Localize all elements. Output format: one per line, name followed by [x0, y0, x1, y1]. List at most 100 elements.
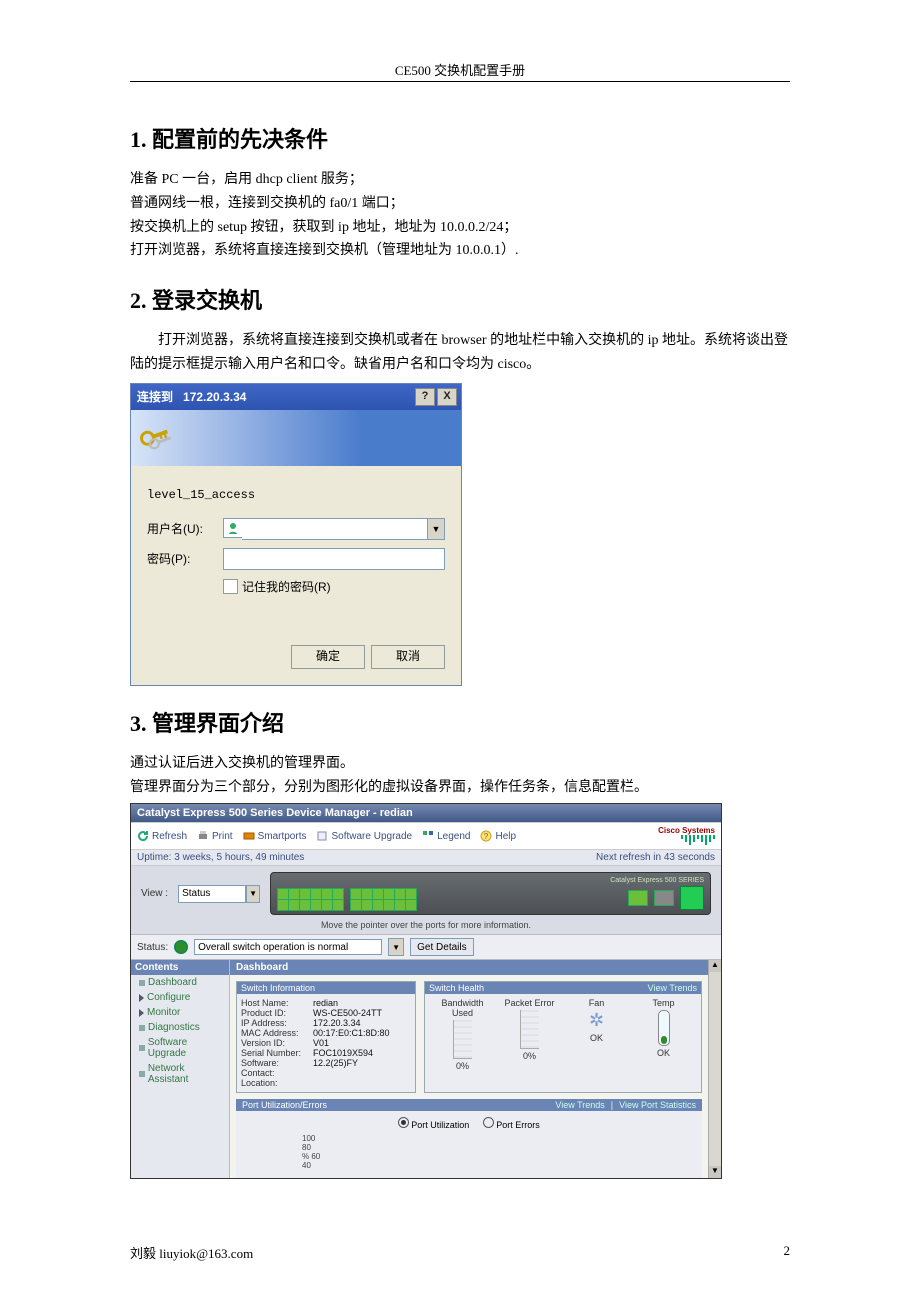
legend-label: Legend [437, 831, 470, 842]
switch-graphic[interactable]: Catalyst Express 500 SERIES [270, 872, 711, 915]
switch-info-value: 12.2(25)FY [313, 1058, 358, 1068]
bw-label: Bandwidth Used [435, 998, 491, 1018]
cisco-logo: Cisco Systems [658, 827, 715, 845]
section1-line3: 按交换机上的 setup 按钮，获取到 ip 地址，地址为 10.0.0.2/2… [130, 216, 790, 240]
login-realm: level_15_access [147, 488, 445, 502]
password-label: 密码(P): [147, 550, 223, 567]
view-select[interactable]: Status [178, 885, 246, 903]
help-button[interactable]: ? [415, 388, 435, 406]
smartports-button[interactable]: Smartports [243, 830, 307, 842]
switch-info-value: V01 [313, 1038, 329, 1048]
remember-checkbox[interactable] [223, 579, 238, 594]
hover-hint: Move the pointer over the ports for more… [131, 919, 721, 934]
switch-info-row: Contact: [241, 1068, 411, 1078]
username-input[interactable] [242, 518, 428, 540]
get-details-button[interactable]: Get Details [410, 938, 473, 956]
sidebar-item-configure[interactable]: Configure [131, 990, 229, 1005]
view-label: View : [141, 888, 168, 899]
switch-info-value: 172.20.3.34 [313, 1018, 361, 1028]
print-icon [197, 830, 209, 842]
remember-label: 记住我的密码(R) [242, 578, 331, 595]
legend-button[interactable]: Legend [422, 830, 470, 842]
sidebar-item-upgrade[interactable]: Software Upgrade [131, 1035, 229, 1061]
util-yaxis: 100 80 % 60 40 [302, 1134, 696, 1170]
section2-para: 打开浏览器，系统将直接连接到交换机或者在 browser 的地址栏中输入交换机的… [130, 329, 790, 377]
radio-port-errors[interactable]: Port Errors [483, 1117, 540, 1130]
switch-info-label: Software: [241, 1058, 313, 1068]
refresh-button[interactable]: Refresh [137, 830, 187, 842]
page-number: 2 [784, 1243, 791, 1262]
switch-info-row: Product ID:WS-CE500-24TT [241, 1008, 411, 1018]
switch-info-label: Contact: [241, 1068, 313, 1078]
switch-info-row: Software:12.2(25)FY [241, 1058, 411, 1068]
temp-value: OK [657, 1048, 670, 1058]
section2-title: 2. 登录交换机 [130, 283, 790, 315]
switch-info-label: MAC Address: [241, 1028, 313, 1038]
switch-model-label: Catalyst Express 500 SERIES [277, 877, 704, 884]
username-label: 用户名(U): [147, 520, 223, 537]
dm-toolbar: Refresh Print Smartports Software Upgrad… [131, 822, 721, 850]
login-banner [131, 410, 461, 466]
switch-health-header: Switch Health [429, 983, 484, 993]
key-icon [135, 418, 179, 459]
switch-info-label: Product ID: [241, 1008, 313, 1018]
radio-port-util[interactable]: Port Utilization [398, 1117, 469, 1130]
cancel-button[interactable]: 取消 [371, 645, 445, 669]
switch-info-label: Host Name: [241, 998, 313, 1008]
switch-info-value: FOC1019X594 [313, 1048, 373, 1058]
login-titlebar[interactable]: 连接到 172.20.3.34 ? X [131, 384, 461, 410]
username-dropdown-arrow[interactable]: ▼ [428, 518, 445, 540]
sidebar-header: Contents [131, 960, 229, 975]
section1-line4: 打开浏览器，系统将直接连接到交换机（管理地址为 10.0.0.1）. [130, 239, 790, 263]
section1-line1: 准备 PC 一台，启用 dhcp client 服务； [130, 168, 790, 192]
dashboard-header: Dashboard [236, 962, 288, 973]
fan-value: OK [590, 1033, 603, 1043]
sidebar-item-diagnostics[interactable]: Diagnostics [131, 1020, 229, 1035]
upgrade-button[interactable]: Software Upgrade [316, 830, 412, 842]
status-dropdown-arrow[interactable]: ▼ [388, 938, 404, 956]
switch-info-row: IP Address:172.20.3.34 [241, 1018, 411, 1028]
uptime-text: Uptime: 3 weeks, 5 hours, 49 minutes [137, 852, 304, 863]
login-dialog: 连接到 172.20.3.34 ? X level_15_access [130, 383, 462, 686]
smartports-label: Smartports [258, 831, 307, 842]
switch-info-row: Location: [241, 1078, 411, 1088]
help-button-dm[interactable]: ? Help [480, 830, 516, 842]
switch-info-label: IP Address: [241, 1018, 313, 1028]
scrollbar[interactable]: ▲ ▼ [708, 960, 721, 1178]
sidebar-item-network-assistant[interactable]: Network Assistant [131, 1061, 229, 1087]
view-select-arrow[interactable]: ▼ [246, 885, 260, 903]
ok-button[interactable]: 确定 [291, 645, 365, 669]
help-label: Help [495, 831, 516, 842]
dm-device-panel: View : Status ▼ Catalyst Express 500 SER… [131, 866, 721, 919]
refresh-icon [137, 830, 149, 842]
switch-info-value: redian [313, 998, 338, 1008]
bw-bars [453, 1020, 472, 1059]
device-manager: Catalyst Express 500 Series Device Manag… [130, 803, 722, 1179]
bw-value: 0% [456, 1061, 469, 1071]
port-block-2[interactable] [350, 888, 415, 909]
uplink-port-2[interactable] [654, 890, 674, 906]
switch-info-value: WS-CE500-24TT [313, 1008, 382, 1018]
switch-info-label: Serial Number: [241, 1048, 313, 1058]
thermometer-icon [658, 1010, 670, 1046]
uplink-port-1[interactable] [628, 890, 648, 906]
port-block-1[interactable] [277, 888, 342, 909]
svg-text:?: ? [484, 832, 489, 841]
refresh-label: Refresh [152, 831, 187, 842]
footer-left: 刘毅 liuyiok@163.com [130, 1243, 253, 1262]
print-button[interactable]: Print [197, 830, 233, 842]
scroll-down-icon[interactable]: ▼ [709, 1166, 721, 1178]
alert-indicator[interactable] [680, 886, 704, 910]
view-trends-link[interactable]: View Trends [648, 983, 697, 993]
login-title-prefix: 连接到 [137, 390, 173, 404]
next-refresh-text: Next refresh in 43 seconds [596, 852, 715, 863]
sidebar-item-dashboard[interactable]: Dashboard [131, 975, 229, 990]
view-port-stats-link[interactable]: View Port Statistics [619, 1100, 696, 1110]
view-trends-link-2[interactable]: View Trends [555, 1100, 604, 1110]
scroll-up-icon[interactable]: ▲ [709, 960, 721, 972]
password-input[interactable] [223, 548, 445, 570]
switch-info-panel: Switch Information Host Name:redianProdu… [236, 981, 416, 1093]
sidebar-item-monitor[interactable]: Monitor [131, 1005, 229, 1020]
close-button[interactable]: X [437, 388, 457, 406]
switch-info-label: Location: [241, 1078, 313, 1088]
